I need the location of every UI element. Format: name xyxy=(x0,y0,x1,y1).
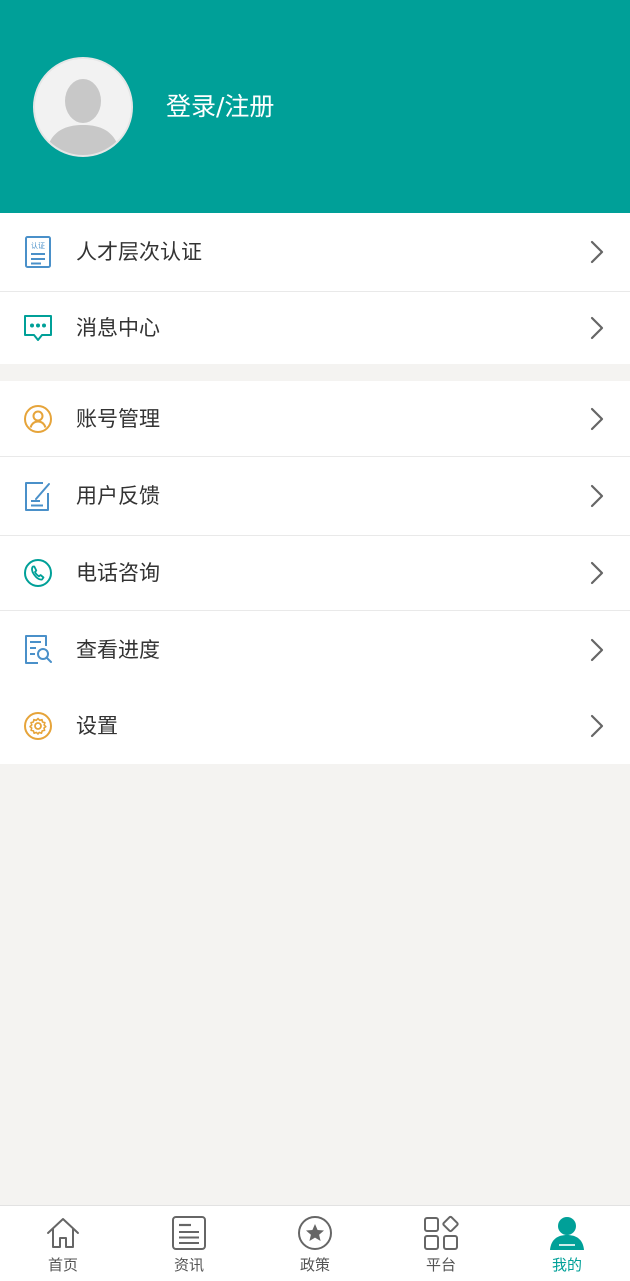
phone-icon xyxy=(21,556,55,590)
menu-item-label: 设置 xyxy=(76,714,118,738)
person-icon xyxy=(549,1215,585,1251)
tab-label: 政策 xyxy=(299,1256,330,1274)
profile-header: 登录/注册 xyxy=(0,0,630,213)
chevron-right-icon xyxy=(590,316,604,340)
menu-group-primary: 认证 人才层次认证 消息中心 xyxy=(0,213,630,364)
menu-item-label: 用户反馈 xyxy=(76,484,160,508)
apps-grid-icon xyxy=(423,1215,459,1251)
tab-platform[interactable]: 平台 xyxy=(378,1206,504,1281)
default-avatar-icon xyxy=(35,59,131,155)
user-circle-icon xyxy=(21,402,55,436)
home-icon xyxy=(45,1215,81,1251)
bottom-tab-bar: 首页 资讯 政策 平台 我的 xyxy=(0,1205,630,1281)
menu-item-account-management[interactable]: 账号管理 xyxy=(0,381,630,456)
chevron-right-icon xyxy=(590,714,604,738)
tab-label: 平台 xyxy=(425,1256,456,1274)
tab-home[interactable]: 首页 xyxy=(0,1206,126,1281)
menu-item-label: 消息中心 xyxy=(76,316,160,340)
tab-policy[interactable]: 政策 xyxy=(252,1206,378,1281)
tab-label: 我的 xyxy=(551,1256,582,1274)
login-register-link[interactable]: 登录/注册 xyxy=(166,89,274,125)
certificate-icon: 认证 xyxy=(21,235,55,269)
menu-item-label: 人才层次认证 xyxy=(76,240,202,264)
tab-news[interactable]: 资讯 xyxy=(126,1206,252,1281)
chevron-right-icon xyxy=(590,407,604,431)
chevron-right-icon xyxy=(590,240,604,264)
menu-item-phone-consultation[interactable]: 电话咨询 xyxy=(0,536,630,610)
menu-item-label: 账号管理 xyxy=(76,407,160,431)
menu-item-check-progress[interactable]: 查看进度 xyxy=(0,611,630,688)
feedback-edit-icon xyxy=(21,479,55,513)
tab-label: 资讯 xyxy=(173,1256,204,1274)
gear-icon xyxy=(21,709,55,743)
news-icon xyxy=(171,1215,207,1251)
chevron-right-icon xyxy=(590,484,604,508)
progress-search-icon xyxy=(21,632,55,666)
star-circle-icon xyxy=(297,1215,333,1251)
tab-mine[interactable]: 我的 xyxy=(504,1206,630,1281)
tab-label: 首页 xyxy=(47,1256,78,1274)
chevron-right-icon xyxy=(590,561,604,585)
menu-item-settings[interactable]: 设置 xyxy=(0,688,630,764)
avatar[interactable] xyxy=(33,57,133,157)
menu-item-user-feedback[interactable]: 用户反馈 xyxy=(0,457,630,535)
menu-item-talent-certification[interactable]: 认证 人才层次认证 xyxy=(0,213,630,291)
menu-item-label: 电话咨询 xyxy=(76,561,160,585)
message-bubble-icon xyxy=(21,311,55,345)
chevron-right-icon xyxy=(590,638,604,662)
certificate-icon-text: 认证 xyxy=(31,241,45,250)
menu-item-message-center[interactable]: 消息中心 xyxy=(0,292,630,364)
menu-group-secondary: 账号管理 用户反馈 电话咨询 查看进度 设置 xyxy=(0,381,630,764)
menu-item-label: 查看进度 xyxy=(76,638,160,662)
